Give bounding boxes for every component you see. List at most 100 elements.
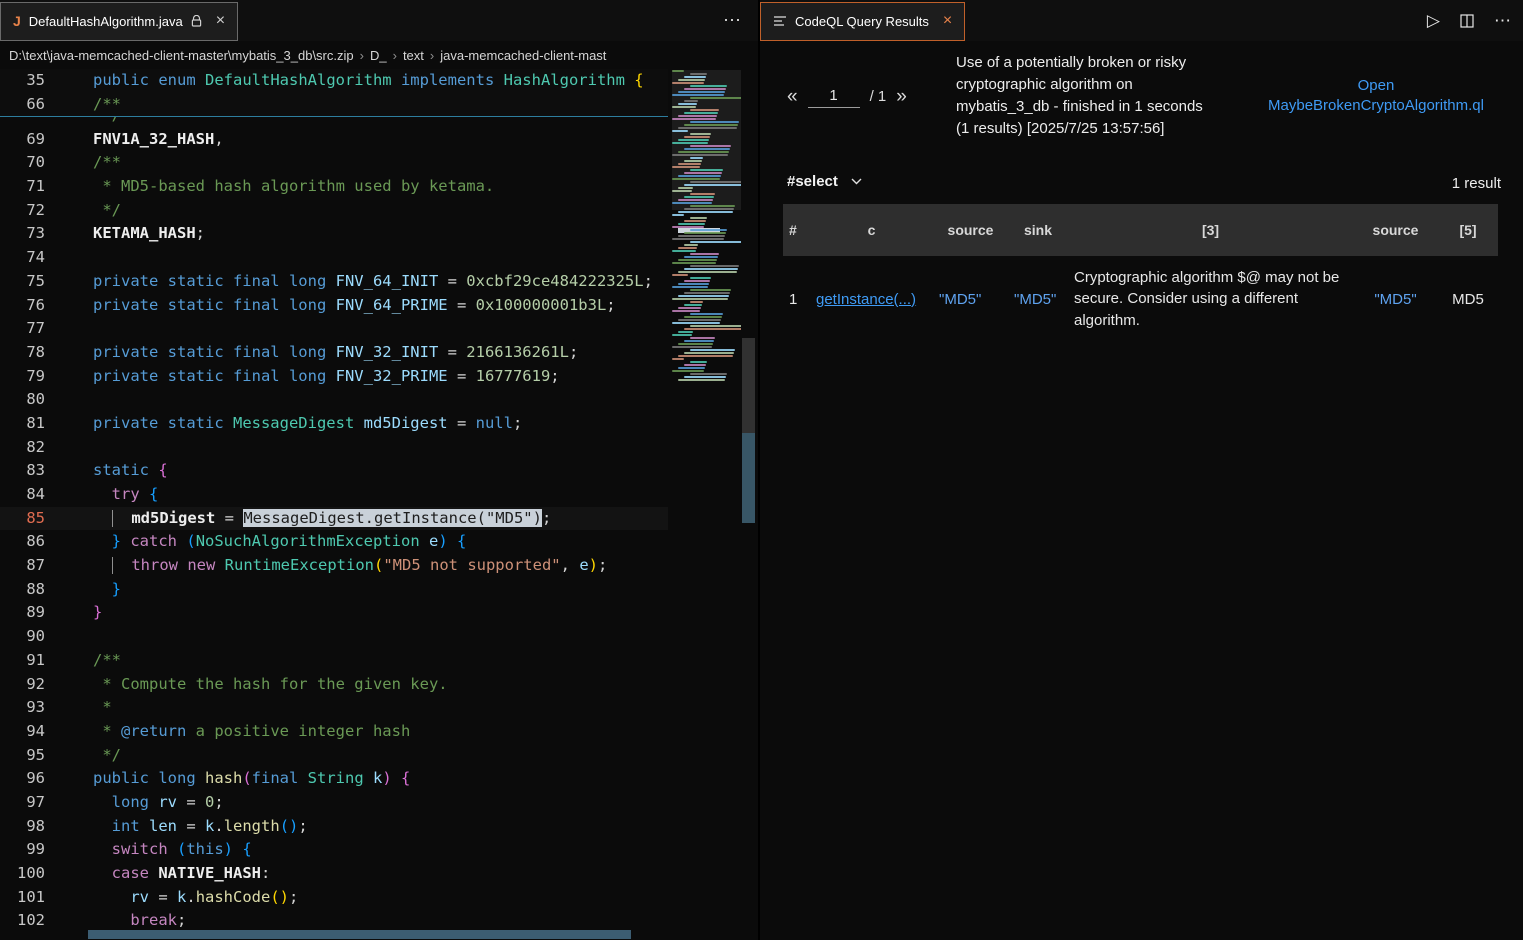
line-number[interactable]: 89 bbox=[0, 601, 45, 625]
code-line[interactable]: 83static { bbox=[0, 459, 668, 483]
column-header[interactable]: sink bbox=[1008, 222, 1068, 238]
code-line[interactable]: 86 } catch (NoSuchAlgorithmException e) … bbox=[0, 530, 668, 554]
close-icon[interactable]: × bbox=[216, 13, 225, 29]
code-line[interactable]: 76private static final long FNV_64_PRIME… bbox=[0, 294, 668, 318]
line-number[interactable]: 97 bbox=[0, 791, 45, 815]
code-line[interactable]: 79private static final long FNV_32_PRIME… bbox=[0, 365, 668, 389]
code-line[interactable]: 72 */ bbox=[0, 199, 668, 223]
code-line[interactable]: 100 case NATIVE_HASH: bbox=[0, 862, 668, 886]
line-number[interactable]: 100 bbox=[0, 862, 45, 886]
split-editor-icon[interactable] bbox=[1460, 14, 1474, 28]
line-number[interactable]: 88 bbox=[0, 578, 45, 602]
line-number[interactable]: 82 bbox=[0, 436, 45, 460]
code-line[interactable]: 66/** bbox=[0, 93, 668, 117]
minimap[interactable] bbox=[672, 70, 741, 396]
select-dropdown[interactable]: #select bbox=[787, 173, 862, 190]
page-number-input[interactable] bbox=[808, 85, 860, 108]
line-number[interactable]: 70 bbox=[0, 151, 45, 175]
line-number[interactable]: 90 bbox=[0, 625, 45, 649]
line-number[interactable]: 69 bbox=[0, 128, 45, 152]
more-actions-icon[interactable]: ⋯ bbox=[1494, 11, 1511, 31]
code-line[interactable]: 82 bbox=[0, 436, 668, 460]
code-line[interactable]: 96public long hash(final String k) { bbox=[0, 767, 668, 791]
line-number[interactable]: 84 bbox=[0, 483, 45, 507]
run-query-icon[interactable]: ▷ bbox=[1427, 11, 1440, 31]
open-link-label[interactable]: Open bbox=[1250, 76, 1502, 96]
column-header[interactable]: c bbox=[810, 222, 933, 238]
code-line[interactable]: 89} bbox=[0, 601, 668, 625]
open-query-file-link[interactable]: Open MaybeBrokenCryptoAlgorithm.ql bbox=[1250, 76, 1502, 116]
line-number[interactable]: 79 bbox=[0, 365, 45, 389]
code-line[interactable]: 81private static MessageDigest md5Digest… bbox=[0, 412, 668, 436]
query-file-name[interactable]: MaybeBrokenCryptoAlgorithm.ql bbox=[1250, 96, 1502, 116]
line-number[interactable]: 74 bbox=[0, 246, 45, 270]
first-page-icon[interactable]: « bbox=[787, 87, 798, 106]
line-number[interactable]: 96 bbox=[0, 767, 45, 791]
vertical-scrollbar-slider[interactable] bbox=[742, 338, 755, 433]
line-number[interactable]: 93 bbox=[0, 696, 45, 720]
code-line[interactable]: 35public enum DefaultHashAlgorithm imple… bbox=[0, 69, 668, 93]
last-page-icon[interactable]: » bbox=[896, 87, 907, 106]
line-number[interactable]: 72 bbox=[0, 199, 45, 223]
line-number[interactable]: 92 bbox=[0, 673, 45, 697]
code-line[interactable]: 88 } bbox=[0, 578, 668, 602]
code-line[interactable]: 98 int len = k.length(); bbox=[0, 815, 668, 839]
line-number[interactable]: 83 bbox=[0, 459, 45, 483]
line-number[interactable]: 85 bbox=[0, 507, 45, 531]
code-line[interactable]: 101 rv = k.hashCode(); bbox=[0, 886, 668, 910]
code-line[interactable]: 97 long rv = 0; bbox=[0, 791, 668, 815]
source-value-link[interactable]: "MD5" bbox=[1374, 291, 1416, 308]
code-line[interactable]: 92 * Compute the hash for the given key. bbox=[0, 673, 668, 697]
column-header[interactable]: # bbox=[783, 222, 810, 238]
tab-default-hash-algorithm[interactable]: J DefaultHashAlgorithm.java × bbox=[0, 2, 238, 41]
line-number[interactable]: 66 bbox=[0, 93, 45, 117]
column-header[interactable]: [5] bbox=[1438, 222, 1498, 238]
line-number[interactable]: 78 bbox=[0, 341, 45, 365]
line-number[interactable]: 35 bbox=[0, 69, 45, 93]
code-line[interactable]: 91/** bbox=[0, 649, 668, 673]
column-header[interactable]: source bbox=[933, 222, 1008, 238]
code-line[interactable]: 77 bbox=[0, 317, 668, 341]
line-number[interactable]: 80 bbox=[0, 388, 45, 412]
line-number[interactable]: 71 bbox=[0, 175, 45, 199]
line-number[interactable]: 99 bbox=[0, 838, 45, 862]
code-editor[interactable]: 35public enum DefaultHashAlgorithm imple… bbox=[0, 69, 758, 940]
code-line[interactable]: 84 try { bbox=[0, 483, 668, 507]
more-actions-icon[interactable]: ⋯ bbox=[723, 10, 742, 31]
tab-codeql-query-results[interactable]: CodeQL Query Results × bbox=[760, 2, 965, 41]
line-number[interactable]: 98 bbox=[0, 815, 45, 839]
code-line[interactable]: 70/** bbox=[0, 151, 668, 175]
code-line[interactable]: 75private static final long FNV_64_INIT … bbox=[0, 270, 668, 294]
code-line[interactable]: 74 bbox=[0, 246, 668, 270]
breadcrumb-item[interactable]: java-memcached-client-mast bbox=[440, 48, 606, 63]
source-value-link[interactable]: "MD5" bbox=[939, 291, 981, 308]
line-number[interactable]: 81 bbox=[0, 412, 45, 436]
column-header[interactable]: [3] bbox=[1068, 222, 1353, 238]
code-line[interactable]: 73KETAMA_HASH; bbox=[0, 222, 668, 246]
sticky-scroll[interactable]: 35public enum DefaultHashAlgorithm imple… bbox=[0, 69, 668, 117]
code-line[interactable]: 71 * MD5-based hash algorithm used by ke… bbox=[0, 175, 668, 199]
line-number[interactable]: 86 bbox=[0, 530, 45, 554]
close-icon[interactable]: × bbox=[943, 13, 952, 29]
line-number[interactable]: 94 bbox=[0, 720, 45, 744]
code-line[interactable]: 85 md5Digest = MessageDigest.getInstance… bbox=[0, 507, 668, 531]
horizontal-scrollbar[interactable] bbox=[0, 929, 668, 940]
line-number[interactable]: 101 bbox=[0, 886, 45, 910]
line-number[interactable]: 75 bbox=[0, 270, 45, 294]
code-line[interactable]: 95 */ bbox=[0, 744, 668, 768]
code-line[interactable]: 80 bbox=[0, 388, 668, 412]
code-line[interactable]: 94 * @return a positive integer hash bbox=[0, 720, 668, 744]
line-number[interactable]: 73 bbox=[0, 222, 45, 246]
code-line[interactable]: 90 bbox=[0, 625, 668, 649]
breadcrumb-item[interactable]: D_ bbox=[370, 48, 387, 63]
code-line[interactable]: 87 throw new RuntimeException("MD5 not s… bbox=[0, 554, 668, 578]
breadcrumb-item[interactable]: text bbox=[403, 48, 424, 63]
line-number[interactable]: 87 bbox=[0, 554, 45, 578]
horizontal-scrollbar-slider[interactable] bbox=[88, 930, 631, 939]
line-number[interactable]: 77 bbox=[0, 317, 45, 341]
vertical-scrollbar[interactable] bbox=[739, 69, 758, 940]
line-number[interactable]: 95 bbox=[0, 744, 45, 768]
sink-value-link[interactable]: "MD5" bbox=[1014, 291, 1056, 308]
code-line[interactable]: 69FNV1A_32_HASH, bbox=[0, 128, 668, 152]
code-line[interactable]: 99 switch (this) { bbox=[0, 838, 668, 862]
